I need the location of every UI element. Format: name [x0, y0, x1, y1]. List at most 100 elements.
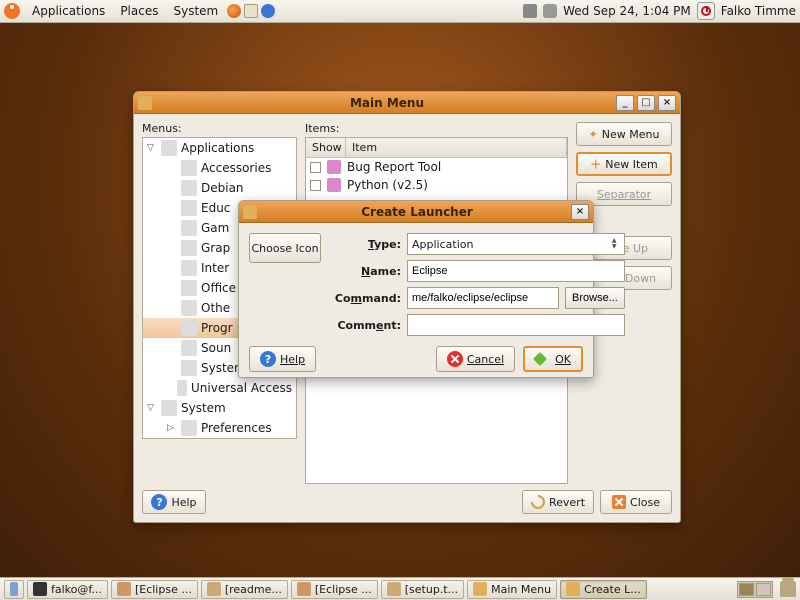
app-icon [297, 582, 311, 596]
menus-label: Menus: [142, 122, 297, 135]
window-maximize-button[interactable]: □ [637, 95, 655, 111]
folder-icon [181, 360, 197, 376]
ok-button[interactable]: OK [523, 346, 583, 372]
name-label: Name: [331, 265, 401, 278]
taskbar-item[interactable]: [readme... [201, 580, 288, 599]
taskbar-item[interactable]: Create L... [560, 580, 647, 599]
expander-icon: ▷ [167, 423, 177, 433]
tree-item-label: Othe [201, 301, 230, 315]
items-col-show[interactable]: Show [306, 138, 346, 157]
taskbar-item[interactable]: Main Menu [467, 580, 557, 599]
panel-menus: Applications Places System [4, 2, 275, 20]
folder-icon [181, 220, 197, 236]
titlebar-main-menu[interactable]: Main Menu _ □ × [134, 92, 680, 114]
help-button[interactable]: ?Help [142, 490, 206, 514]
close-button[interactable]: Close [600, 490, 672, 514]
dialog-title: Create Launcher [263, 205, 571, 219]
folder-icon [181, 340, 197, 356]
folder-icon [181, 320, 197, 336]
folder-icon [161, 140, 177, 156]
command-label: Command: [331, 292, 401, 305]
taskbar-item[interactable]: falko@f... [27, 580, 108, 599]
taskbar-item-label: Create L... [584, 583, 641, 596]
comment-label: Comment: [331, 319, 401, 332]
new-menu-button[interactable]: ✦New Menu [576, 122, 672, 146]
tree-item[interactable]: Accessories [143, 158, 296, 178]
tree-item-label: Universal Access [191, 381, 292, 395]
help-icon: ? [151, 494, 167, 510]
command-input[interactable] [407, 287, 559, 309]
workspace-switcher[interactable] [737, 581, 773, 598]
window-close-button[interactable]: × [658, 95, 676, 111]
taskbar-item-label: [setup.t... [405, 583, 458, 596]
tree-item[interactable]: ▷Preferences [143, 418, 296, 438]
items-label: Items: [305, 122, 568, 135]
top-panel: Applications Places System Wed Sep 24, 1… [0, 0, 800, 23]
items-col-item[interactable]: Item [346, 138, 567, 157]
titlebar-create-launcher[interactable]: Create Launcher × [239, 201, 593, 223]
menu-places[interactable]: Places [114, 2, 164, 20]
help-icon[interactable] [261, 4, 275, 18]
taskbar-item[interactable]: [Eclipse ... [111, 580, 198, 599]
tree-item[interactable]: Debian [143, 178, 296, 198]
show-checkbox[interactable] [310, 162, 321, 173]
app-icon [33, 582, 47, 596]
volume-icon[interactable] [543, 4, 557, 18]
folder-icon [181, 200, 197, 216]
show-desktop-button[interactable] [4, 580, 24, 599]
help-icon: ? [260, 351, 276, 367]
browse-button[interactable]: Browse... [565, 287, 625, 309]
list-item[interactable]: Bug Report Tool [306, 158, 567, 176]
tree-item-label: Progr [201, 321, 233, 335]
choose-icon-button[interactable]: Choose Icon [249, 233, 321, 263]
name-input[interactable] [407, 260, 625, 282]
power-button-icon[interactable] [697, 2, 715, 20]
tree-item-label: Inter [201, 261, 229, 275]
dialog-help-button[interactable]: ?Help [249, 346, 316, 372]
taskbar-item[interactable]: [Eclipse ... [291, 580, 378, 599]
show-checkbox[interactable] [310, 180, 321, 191]
folder-icon [181, 180, 197, 196]
trash-icon[interactable] [780, 581, 796, 597]
user-switcher[interactable]: Falko Timme [721, 4, 796, 18]
folder-icon [181, 240, 197, 256]
type-select[interactable]: Application ▲▼ [407, 233, 625, 255]
taskbar-item[interactable]: [setup.t... [381, 580, 464, 599]
expander-icon: ▽ [147, 403, 157, 413]
update-indicator-icon[interactable] [523, 4, 537, 18]
ubuntu-logo-icon[interactable] [4, 3, 20, 19]
new-item-button[interactable]: ＋New Item [576, 152, 672, 176]
tree-item[interactable]: ▽Applications [143, 138, 296, 158]
bottom-panel: falko@f... [Eclipse ... [readme... [Eclipse… [0, 577, 800, 600]
cancel-button[interactable]: Cancel [436, 346, 515, 372]
app-icon [327, 178, 341, 192]
tree-item-label: System [181, 401, 226, 415]
taskbar-item-label: [Eclipse ... [135, 583, 192, 596]
taskbar-item-label: [readme... [225, 583, 282, 596]
comment-input[interactable] [407, 314, 625, 336]
revert-button[interactable]: Revert [522, 490, 594, 514]
clock[interactable]: Wed Sep 24, 1:04 PM [563, 4, 691, 18]
list-item[interactable]: Python (v2.5) [306, 176, 567, 194]
app-icon [387, 582, 401, 596]
plus-icon: ＋ [590, 156, 601, 172]
folder-icon [181, 420, 197, 436]
tree-item-label: Debian [201, 181, 244, 195]
type-label: Type: [331, 238, 401, 251]
menu-system[interactable]: System [167, 2, 224, 20]
tree-item-label: Educ [201, 201, 230, 215]
mail-icon[interactable] [244, 4, 258, 18]
menu-applications[interactable]: Applications [26, 2, 111, 20]
window-icon [138, 96, 152, 110]
dialog-close-button[interactable]: × [571, 204, 589, 220]
ok-icon [535, 351, 551, 367]
tree-item[interactable]: ▽ System [143, 398, 296, 418]
app-icon [473, 582, 487, 596]
window-minimize-button[interactable]: _ [616, 95, 634, 111]
tree-item-label: Applications [181, 141, 254, 155]
window-icon [243, 205, 257, 219]
window-title: Main Menu [158, 96, 616, 110]
folder-icon [177, 380, 187, 396]
firefox-icon[interactable] [227, 4, 241, 18]
star-icon: ✦ [589, 128, 598, 141]
